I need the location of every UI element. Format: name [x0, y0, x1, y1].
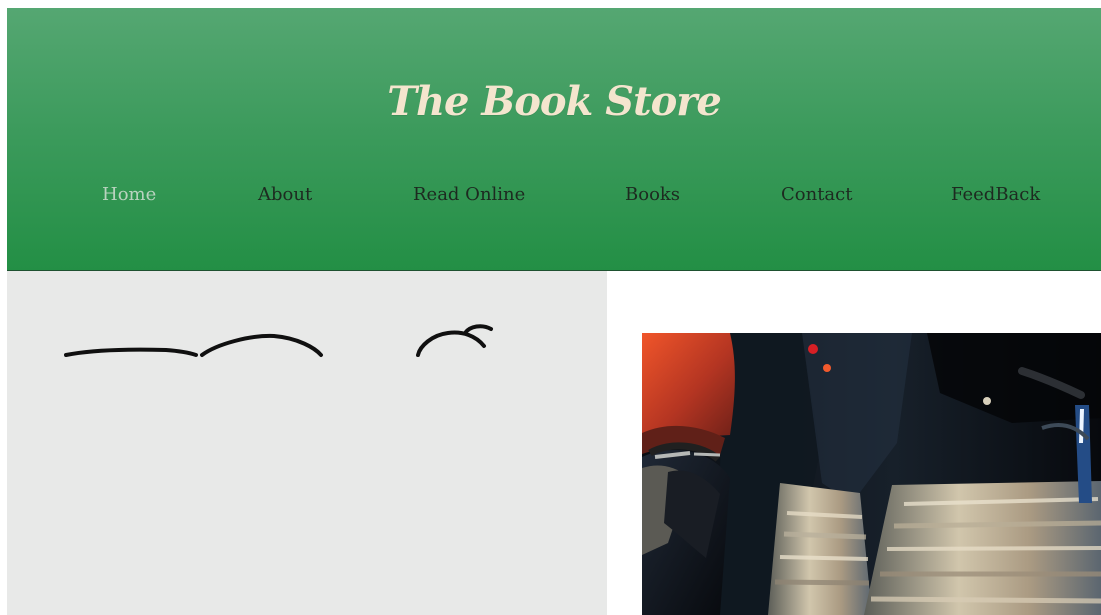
script-logo-fragment — [64, 324, 493, 357]
main-navigation: Home About Read Online Books Contact Fee… — [7, 182, 1101, 226]
nav-home[interactable]: Home — [102, 182, 156, 208]
nav-books[interactable]: Books — [625, 182, 680, 208]
site-header: The Book Store Home About Read Online Bo… — [7, 8, 1101, 271]
bookstore-reading-photo — [642, 333, 1101, 615]
nav-read-online[interactable]: Read Online — [413, 182, 525, 208]
nav-about[interactable]: About — [258, 182, 312, 208]
nav-contact[interactable]: Contact — [781, 182, 852, 208]
site-title: The Book Store — [387, 78, 722, 125]
nav-feedback[interactable]: FeedBack — [951, 182, 1040, 208]
bookstore-page: The Book Store Home About Read Online Bo… — [0, 0, 1101, 615]
